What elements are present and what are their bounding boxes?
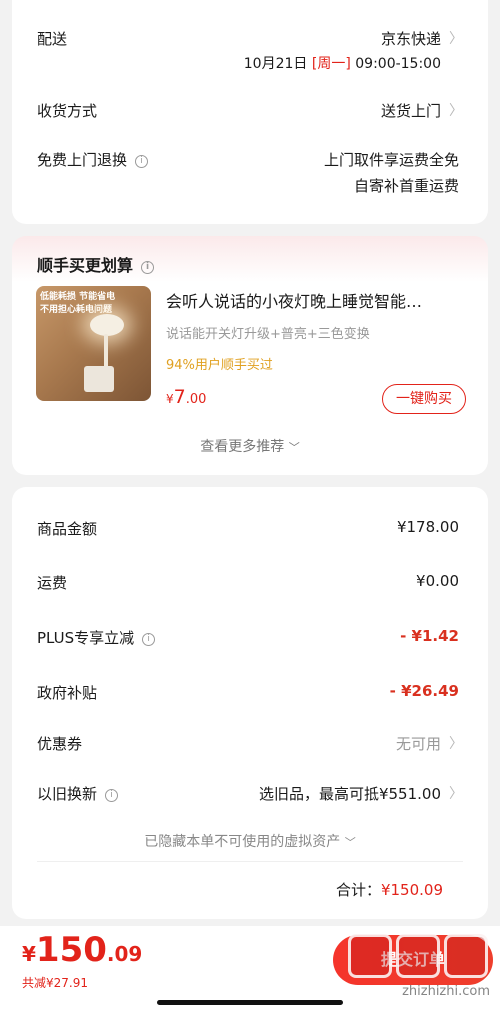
lamp-shape: [90, 314, 124, 336]
total-line: 合计：¥150.09: [336, 879, 443, 900]
chevron-right-icon: 〉: [449, 103, 463, 119]
plus-discount-value: - ¥1.42: [400, 627, 459, 645]
upsell-title-wrap: 顺手买更划算 i: [37, 252, 155, 276]
watermark-logo: [348, 934, 492, 978]
info-icon[interactable]: i: [141, 261, 155, 274]
receive-method-label: 收货方式: [37, 102, 98, 120]
chevron-right-icon: 〉: [449, 31, 463, 47]
gov-subsidy-row: 政府补贴 - ¥26.49: [37, 682, 463, 706]
info-icon[interactable]: i: [105, 789, 119, 802]
product-image-caption1: 低能耗损 节能省电: [40, 292, 116, 302]
free-return-row: 免费上门退换 i 上门取件享运费全免 自寄补首重运费: [37, 149, 463, 197]
product-price: ¥7.00: [166, 386, 206, 408]
goods-amount-value: ¥178.00: [396, 518, 459, 536]
chevron-right-icon: 〉: [449, 786, 463, 802]
receive-method-row[interactable]: 收货方式 送货上门 〉: [37, 100, 463, 124]
bottom-price-int: 150: [35, 930, 107, 970]
trade-in-row[interactable]: 以旧换新 i 选旧品，最高可抵¥551.00 〉: [37, 783, 463, 807]
product-image-caption2: 不用担心耗电问题: [40, 305, 113, 315]
upsell-card: 顺手买更划算 i 低能耗损 节能省电 不用担心耗电问题 会听人说话的小夜灯晚上睡觉…: [12, 236, 488, 475]
receive-method-value: 送货上门: [380, 102, 441, 120]
bottom-price-dec: .09: [106, 942, 143, 966]
more-recommend-link[interactable]: 查看更多推荐 ﹀: [12, 436, 488, 456]
free-return-line1: 上门取件享运费全免: [323, 151, 459, 169]
shipping-row: 运费 ¥0.00: [37, 572, 463, 596]
free-return-label: 免费上门退换: [37, 151, 128, 169]
goods-amount-label: 商品金额: [37, 520, 98, 538]
upsell-title: 顺手买更划算: [37, 256, 134, 275]
bottom-saved: 共减¥27.91: [22, 976, 88, 990]
socket-plate: [84, 366, 114, 392]
bottom-bar: ¥150.09 共减¥27.91 提交订单 zhizhizhi.com: [0, 926, 500, 1013]
plus-discount-row: PLUS专享立减 i - ¥1.42: [37, 627, 463, 651]
lamp-neck: [104, 334, 108, 370]
watermark-url: zhizhizhi.com: [402, 984, 490, 999]
plus-discount-label: PLUS专享立减: [37, 629, 135, 647]
chevron-down-icon: ﹀: [288, 441, 300, 454]
trade-in-label: 以旧换新: [37, 785, 98, 803]
product-price-dec: .00: [185, 392, 207, 407]
one-click-buy-button[interactable]: 一键购买: [382, 384, 466, 414]
total-value: ¥150.09: [380, 881, 443, 899]
product-title[interactable]: 会听人说话的小夜灯晚上睡觉智能…: [166, 288, 422, 312]
info-icon[interactable]: i: [135, 155, 149, 168]
product-price-symbol: ¥: [166, 392, 174, 406]
trade-in-label-wrap: 以旧换新 i: [37, 783, 119, 804]
free-return-line2: 自寄补首重运费: [353, 177, 459, 195]
delivery-label: 配送: [37, 30, 68, 48]
free-return-label-wrap: 免费上门退换 i: [37, 149, 149, 170]
coupon-value: 无可用: [395, 735, 441, 753]
bottom-price: ¥150.09: [22, 930, 142, 970]
delivery-schedule: 10月21日 [周一] 09:00-15:00: [244, 53, 441, 73]
chevron-down-icon: ﹀: [344, 836, 356, 849]
product-image[interactable]: 低能耗损 节能省电 不用担心耗电问题: [36, 286, 151, 401]
bottom-price-symbol: ¥: [22, 942, 36, 966]
hidden-assets-link[interactable]: 已隐藏本单不可使用的虚拟资产 ﹀: [12, 831, 488, 851]
product-bought-note: 94%用户顺手买过: [166, 358, 273, 373]
trade-in-value: 选旧品，最高可抵¥551.00: [258, 785, 441, 803]
info-icon[interactable]: i: [142, 633, 156, 646]
shipping-label: 运费: [37, 574, 68, 592]
chevron-right-icon: 〉: [449, 736, 463, 752]
divider: [37, 861, 463, 862]
coupon-label: 优惠券: [37, 735, 83, 753]
product-subtitle: 说话能开关灯升级+普亮+三色变换: [166, 327, 370, 342]
delivery-carrier: 京东快递: [380, 30, 441, 48]
product-price-int: 7: [173, 386, 186, 408]
delivery-date: 10月21日: [243, 56, 308, 72]
hidden-assets-label: 已隐藏本单不可使用的虚拟资产: [144, 834, 341, 850]
shipping-value: ¥0.00: [416, 572, 459, 590]
goods-amount-row: 商品金额 ¥178.00: [37, 518, 463, 542]
price-summary-card: 商品金额 ¥178.00 运费 ¥0.00 PLUS专享立减 i - ¥1.42 …: [12, 487, 488, 919]
delivery-time: 09:00-15:00: [355, 56, 441, 72]
coupon-row[interactable]: 优惠券 无可用 〉: [37, 733, 463, 757]
delivery-weekday: [周一]: [311, 56, 351, 72]
total-label: 合计：: [335, 881, 381, 899]
gov-subsidy-label: 政府补贴: [37, 684, 98, 702]
home-indicator: [157, 1000, 343, 1005]
delivery-row[interactable]: 配送 京东快递 〉 10月21日 [周一] 09:00-15:00: [37, 28, 463, 78]
delivery-card: 配送 京东快递 〉 10月21日 [周一] 09:00-15:00 收货方式 送…: [12, 0, 488, 224]
gov-subsidy-value: - ¥26.49: [389, 682, 459, 700]
more-recommend-label: 查看更多推荐: [200, 439, 285, 455]
plus-discount-label-wrap: PLUS专享立减 i: [37, 627, 156, 648]
